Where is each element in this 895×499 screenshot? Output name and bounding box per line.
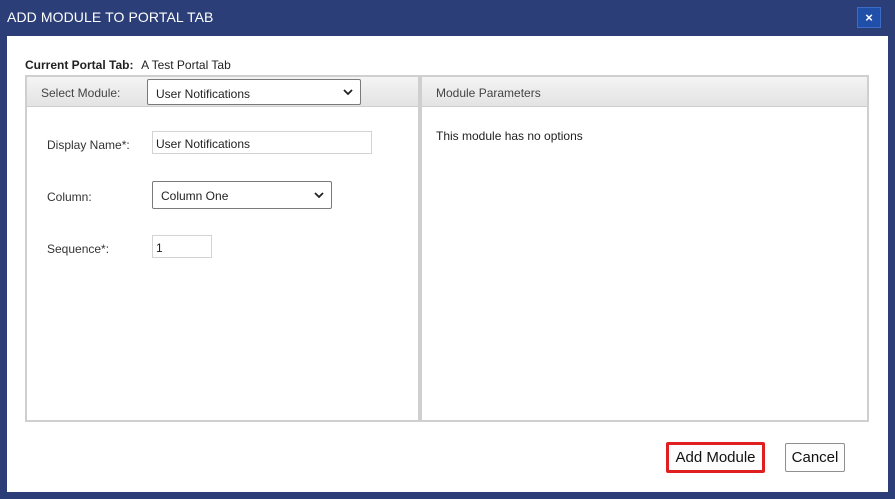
close-button[interactable]: ×	[857, 7, 881, 28]
display-name-input[interactable]: User Notifications	[152, 131, 372, 154]
select-module-dropdown[interactable]: User Notifications	[147, 79, 361, 105]
column-value: Column One	[161, 189, 229, 203]
current-portal-tab-label: Current Portal Tab:	[25, 58, 134, 72]
select-module-label: Select Module:	[41, 86, 121, 100]
display-name-label: Display Name*:	[47, 138, 130, 152]
module-parameters-header: Module Parameters	[422, 77, 867, 107]
sequence-input[interactable]: 1	[152, 235, 212, 258]
column-label: Column:	[47, 190, 92, 204]
dialog-title-bar: ADD MODULE TO PORTAL TAB ×	[0, 0, 895, 36]
dialog-content: Current Portal Tab: A Test Portal Tab Se…	[7, 36, 888, 492]
add-module-button[interactable]: Add Module	[666, 442, 765, 473]
close-icon: ×	[865, 10, 873, 25]
no-options-message: This module has no options	[436, 129, 583, 143]
select-module-value: User Notifications	[156, 87, 251, 101]
sequence-value: 1	[156, 241, 163, 255]
current-portal-tab-value: A Test Portal Tab	[141, 58, 231, 72]
cancel-button[interactable]: Cancel	[785, 443, 845, 472]
column-dropdown[interactable]: Column One	[152, 181, 332, 209]
module-parameters-title: Module Parameters	[436, 86, 541, 100]
add-module-dialog: ADD MODULE TO PORTAL TAB × Current Porta…	[0, 0, 895, 499]
chevron-down-icon	[314, 192, 324, 199]
select-module-header: Select Module: User Notifications	[27, 77, 418, 107]
module-settings-panel: Select Module: User Notifications Displa…	[25, 75, 420, 422]
module-parameters-panel: Module Parameters This module has no opt…	[420, 75, 869, 422]
display-name-value: User Notifications	[156, 137, 251, 151]
sequence-label: Sequence*:	[47, 242, 110, 256]
chevron-down-icon	[343, 89, 353, 96]
current-portal-tab: Current Portal Tab: A Test Portal Tab	[25, 58, 231, 72]
dialog-title: ADD MODULE TO PORTAL TAB	[7, 9, 214, 25]
